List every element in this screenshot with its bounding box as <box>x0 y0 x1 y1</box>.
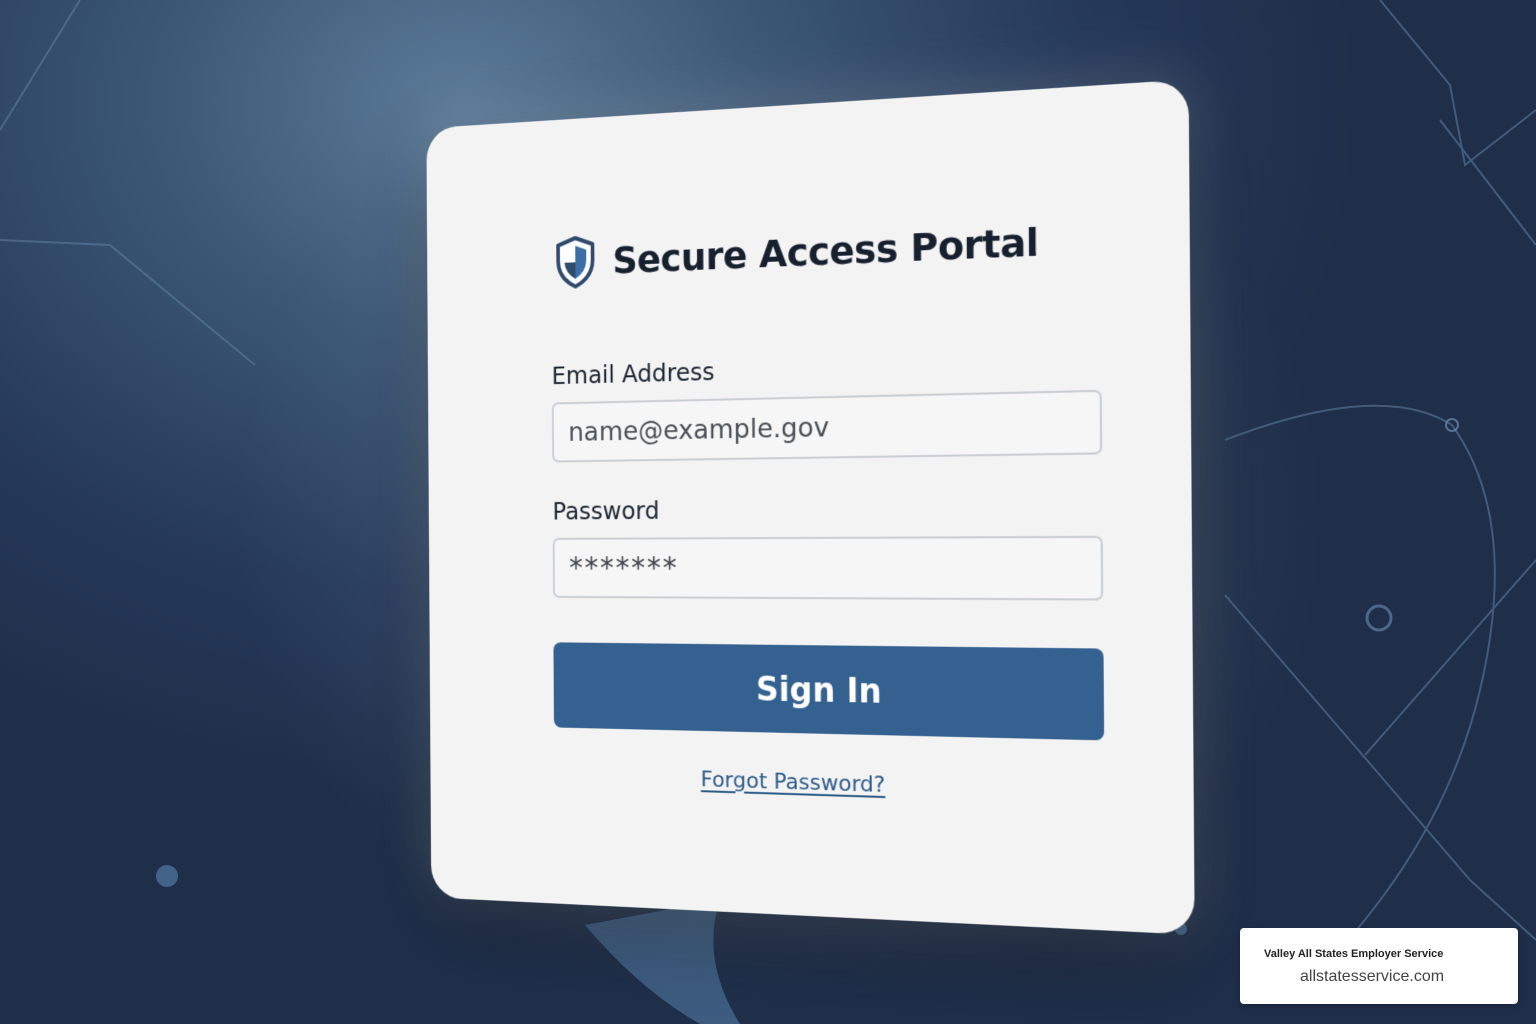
email-field[interactable]: name@example.gov <box>551 389 1103 463</box>
stage: Secure Access Portal Email Address name@… <box>0 0 1536 1024</box>
sign-in-button[interactable]: Sign In <box>553 642 1105 741</box>
email-label: Email Address <box>551 357 715 390</box>
password-label: Password <box>552 496 660 526</box>
portal-header: Secure Access Portal <box>427 206 1190 295</box>
shield-icon <box>554 234 596 290</box>
forgot-password-container: Forgot Password? <box>430 760 1193 808</box>
company-url: allstatesservice.com <box>1300 968 1445 985</box>
login-card: Secure Access Portal Email Address name@… <box>426 79 1195 935</box>
company-watermark: Valley All States Employer Service allst… <box>1240 928 1518 1004</box>
email-value: name@example.gov <box>568 411 830 448</box>
page-title: Secure Access Portal <box>612 219 1039 283</box>
password-field[interactable]: ******* <box>552 535 1104 601</box>
password-value: ******* <box>569 550 679 586</box>
forgot-password-link[interactable]: Forgot Password? <box>701 767 886 798</box>
company-name: Valley All States Employer Service <box>1264 948 1444 960</box>
